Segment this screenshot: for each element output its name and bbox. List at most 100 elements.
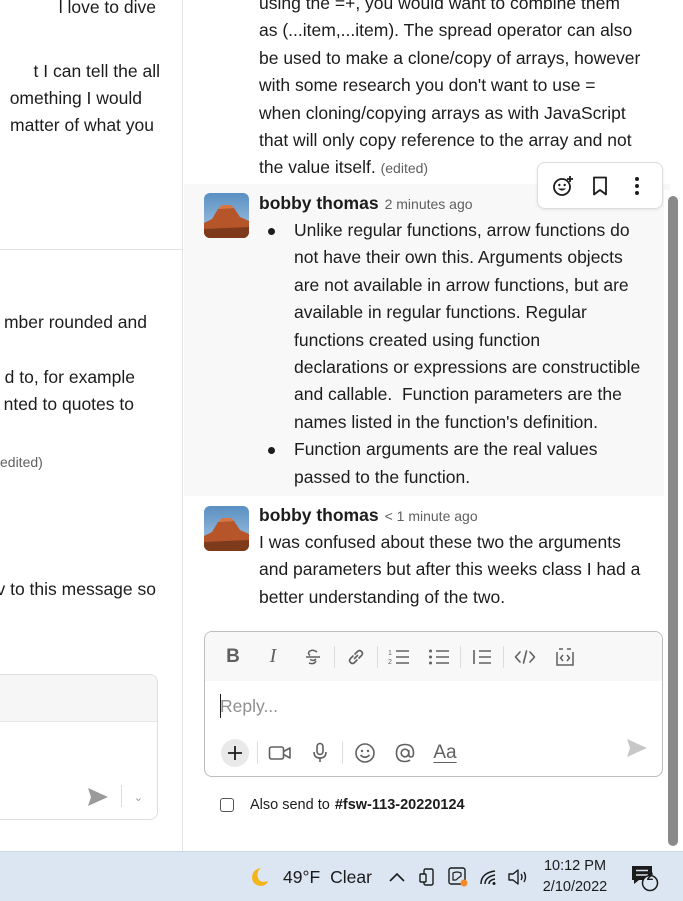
- italic-button[interactable]: I: [253, 637, 293, 677]
- list-item: Unlike regular functions, arrow function…: [259, 217, 669, 436]
- notification-center-button[interactable]: 2: [630, 852, 660, 901]
- author-name[interactable]: bobby thomas 2 minutes ago: [259, 193, 473, 214]
- toolbar-separator: [503, 645, 504, 668]
- message-line: when cloning/copying arrays as with Java…: [259, 102, 626, 123]
- message-text-fragment: v to this message so: [0, 579, 156, 599]
- code-button[interactable]: [505, 637, 545, 677]
- add-reaction-icon[interactable]: [549, 172, 577, 200]
- show-hidden-icons-button[interactable]: [389, 852, 405, 901]
- toolbar-separator: [342, 742, 343, 764]
- volume-button[interactable]: [507, 852, 529, 901]
- weather-widget[interactable]: 49°F Clear: [247, 852, 372, 901]
- weather-temperature: 49°F: [283, 866, 321, 887]
- avatar[interactable]: [204, 506, 249, 551]
- bulleted-list-button[interactable]: [419, 637, 459, 677]
- message-line: Unlike regular functions, arrow function…: [294, 220, 630, 240]
- ordered-list-button[interactable]: 12: [379, 637, 419, 677]
- send-icon[interactable]: [87, 787, 109, 807]
- message-line: as (...item,...item). The spread operato…: [259, 20, 633, 41]
- video-icon: [268, 746, 291, 760]
- channel-composer[interactable]: ⌄: [0, 674, 158, 820]
- checkbox[interactable]: [220, 798, 234, 812]
- composer-actions: Aa: [205, 732, 662, 774]
- attach-button[interactable]: [221, 739, 249, 767]
- formatting-toolbar: B I 12: [205, 632, 662, 681]
- author-name[interactable]: bobby thomas < 1 minute ago: [259, 505, 478, 526]
- composer-toolbar: [0, 675, 157, 722]
- message-actions-toolbar: [537, 162, 663, 209]
- strikethrough-button[interactable]: [293, 637, 333, 677]
- code-block-icon: [556, 647, 574, 666]
- taskbar: 49°F Clear 10:12 PM 2/10/2022 2: [0, 851, 683, 901]
- message-text: I was confused about these two the argum…: [259, 529, 669, 611]
- tray-app-icon[interactable]: [419, 852, 437, 901]
- divider: [121, 785, 122, 807]
- message-line: be used to make a clone/copy of arrays, …: [259, 47, 641, 68]
- also-send-label: Also send to: [250, 797, 330, 813]
- timestamp[interactable]: 2 minutes ago: [385, 196, 473, 212]
- message-line: available in regular functions. Regular: [294, 302, 587, 323]
- send-button[interactable]: [626, 738, 648, 763]
- message-line: I was confused about these two the argum…: [259, 532, 621, 552]
- text-caret: [220, 694, 221, 718]
- blockquote-button[interactable]: [462, 637, 502, 677]
- toolbar-separator: [257, 742, 258, 764]
- message-text-fragment: mber rounded and: [3, 312, 147, 332]
- notification-count: 2: [646, 869, 654, 883]
- link-button[interactable]: [336, 637, 376, 677]
- clock[interactable]: 10:12 PM 2/10/2022: [540, 856, 610, 898]
- more-actions-icon[interactable]: [623, 172, 651, 200]
- strikethrough-icon: [306, 648, 320, 664]
- toolbar-separator: [377, 645, 378, 668]
- bullet-list: Unlike regular functions, arrow function…: [259, 217, 669, 491]
- reply-input[interactable]: [220, 692, 640, 720]
- tray-app-icon[interactable]: [447, 852, 469, 901]
- thread-pane: using the =+, you would want to combine …: [184, 0, 683, 851]
- network-button[interactable]: [479, 852, 499, 901]
- bullet-dot: [268, 447, 275, 455]
- message-line: functions created using function: [294, 329, 541, 350]
- list-item: Function arguments are the real values p…: [259, 436, 669, 491]
- channel-pane: l love to dive t I can tell the all omet…: [0, 0, 183, 851]
- svg-text:1: 1: [388, 650, 392, 657]
- message-text-fragment: l love to dive: [58, 0, 156, 17]
- thread-message[interactable]: bobby thomas 2 minutes ago Unlike regular…: [184, 184, 670, 496]
- message-line: with some research you don't want to use…: [259, 75, 596, 96]
- reply-composer: B I 12 Reply... Aa: [204, 631, 663, 777]
- message-text-fragment: omething I would: [9, 88, 142, 108]
- security-icon: [448, 867, 468, 887]
- code-block-button[interactable]: [545, 637, 585, 677]
- scrollbar-thumb[interactable]: [668, 196, 678, 846]
- message-line: Function arguments are the real values: [294, 439, 598, 460]
- italic-icon: I: [269, 645, 277, 667]
- message-text-fragment: t I can tell the all: [33, 61, 160, 81]
- microphone-icon: [313, 742, 327, 762]
- also-send-checkbox[interactable]: Also send to #fsw-113-20220124: [220, 797, 465, 813]
- emoji-button[interactable]: [345, 735, 385, 771]
- link-icon: [348, 649, 364, 664]
- author-name-text[interactable]: bobby thomas: [259, 505, 379, 525]
- phone-link-icon: [419, 868, 434, 886]
- send-icon: [627, 739, 647, 757]
- message-text: using the =+, you would want to combine …: [259, 0, 669, 183]
- timestamp[interactable]: < 1 minute ago: [385, 508, 478, 524]
- message-line-text: the value itself.: [259, 157, 376, 178]
- chevron-down-icon[interactable]: ⌄: [134, 791, 143, 804]
- bullet-dot: [268, 228, 275, 235]
- clock-time: 10:12 PM: [543, 858, 607, 874]
- toolbar-separator: [334, 645, 335, 668]
- edited-label: edited): [0, 454, 43, 470]
- avatar[interactable]: [204, 193, 249, 238]
- author-name-text[interactable]: bobby thomas: [259, 193, 379, 213]
- mention-button[interactable]: [385, 735, 425, 771]
- bulleted-list-icon: [429, 649, 449, 664]
- text-formatting-button[interactable]: Aa: [425, 735, 465, 771]
- video-clip-button[interactable]: [260, 735, 300, 771]
- bookmark-icon[interactable]: [586, 172, 614, 200]
- moon-icon: [252, 868, 268, 886]
- clock-date: 2/10/2022: [542, 879, 608, 895]
- chevron-up-icon: [389, 872, 405, 882]
- audio-clip-button[interactable]: [300, 735, 340, 771]
- bold-button[interactable]: B: [213, 637, 253, 677]
- ordered-list-icon: 12: [388, 650, 409, 666]
